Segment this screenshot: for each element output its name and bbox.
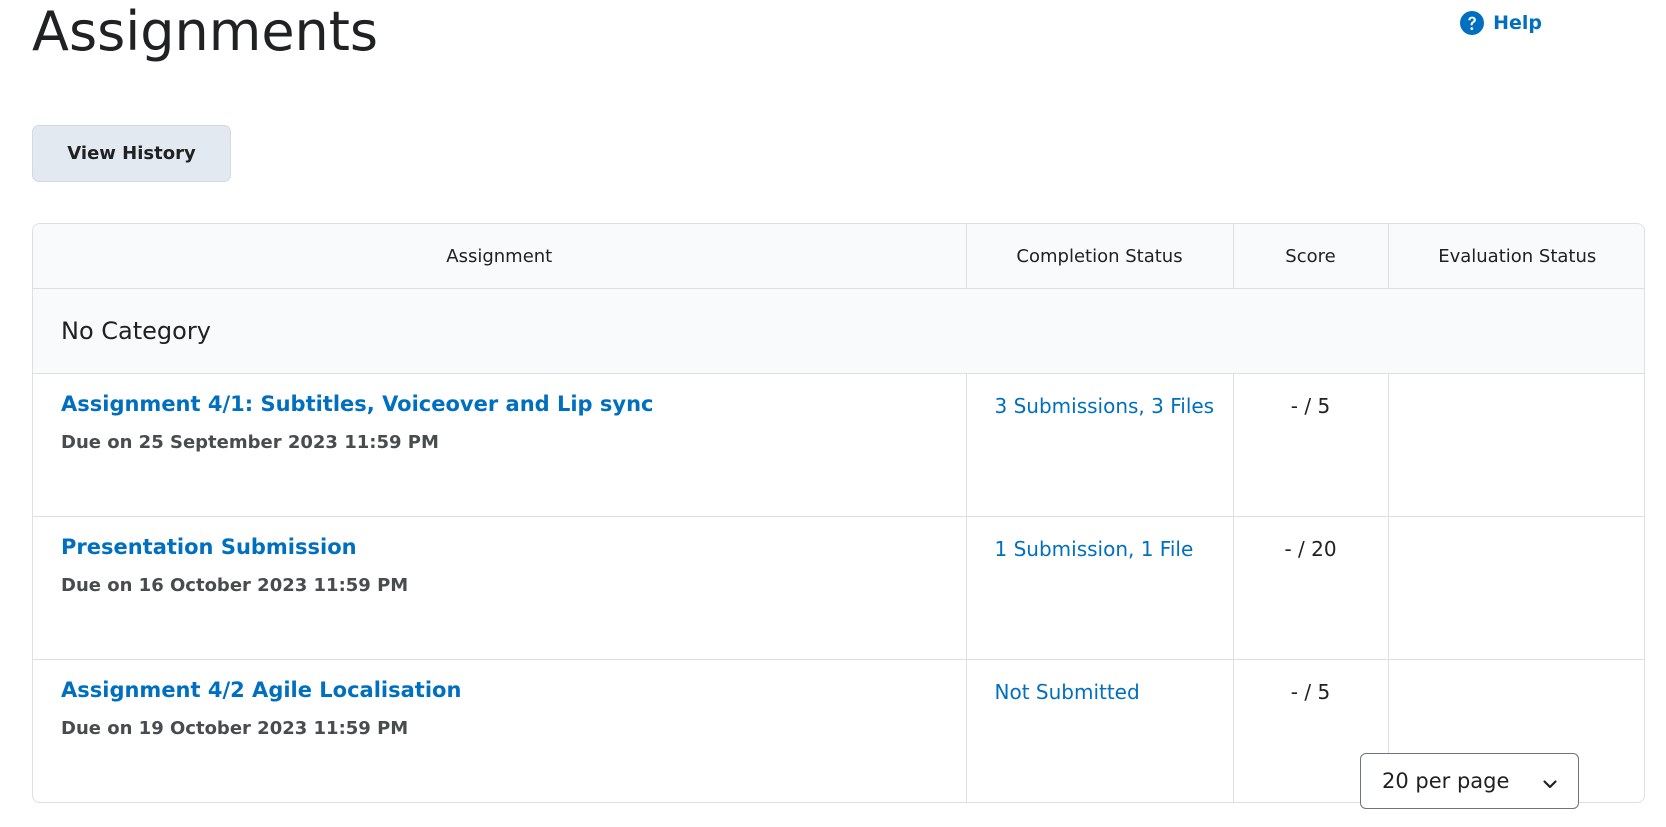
completion-status-cell: 3 Submissions, 3 Files: [966, 373, 1234, 517]
evaluation-status-cell: [1388, 373, 1644, 517]
assignment-cell: Assignment 4/2 Agile Localisation Due on…: [33, 659, 967, 802]
column-header-score: Score: [1233, 224, 1389, 289]
page-title: Assignments: [32, 0, 379, 63]
category-label: No Category: [33, 288, 1644, 374]
help-label: Help: [1493, 12, 1542, 34]
evaluation-status-cell: [1388, 516, 1644, 660]
completion-status-cell: Not Submitted: [966, 659, 1234, 802]
assignment-cell: Assignment 4/1: Subtitles, Voiceover and…: [33, 373, 967, 517]
assignment-link[interactable]: Presentation Submission: [61, 535, 357, 559]
score-cell: - / 5: [1233, 373, 1389, 517]
completion-status-link[interactable]: 3 Submissions, 3 Files: [995, 394, 1215, 418]
help-link[interactable]: Help: [1459, 10, 1542, 36]
column-header-assignment: Assignment: [33, 224, 967, 289]
column-header-evaluation-status: Evaluation Status: [1388, 224, 1644, 289]
table-row: Presentation Submission Due on 16 Octobe…: [33, 516, 1644, 660]
table-header-row: Assignment Completion Status Score Evalu…: [33, 224, 1644, 289]
assignment-link[interactable]: Assignment 4/1: Subtitles, Voiceover and…: [61, 392, 654, 416]
per-page-label: 20 per page: [1382, 769, 1510, 793]
due-date: Due on 19 October 2023 11:59 PM: [61, 718, 409, 739]
category-row: No Category: [33, 288, 1644, 374]
assignments-table: Assignment Completion Status Score Evalu…: [32, 223, 1645, 803]
score-cell: - / 20: [1233, 516, 1389, 660]
due-date: Due on 16 October 2023 11:59 PM: [61, 575, 409, 596]
per-page-select[interactable]: 20 per page: [1360, 753, 1579, 809]
completion-status-link[interactable]: Not Submitted: [995, 680, 1140, 704]
column-header-completion-status: Completion Status: [966, 224, 1234, 289]
assignment-cell: Presentation Submission Due on 16 Octobe…: [33, 516, 967, 660]
view-history-button[interactable]: View History: [32, 125, 231, 182]
completion-status-cell: 1 Submission, 1 File: [966, 516, 1234, 660]
question-circle-icon: [1459, 10, 1485, 36]
chevron-down-icon: [1542, 773, 1558, 789]
assignment-link[interactable]: Assignment 4/2 Agile Localisation: [61, 678, 461, 702]
completion-status-link[interactable]: 1 Submission, 1 File: [995, 537, 1194, 561]
table-row: Assignment 4/1: Subtitles, Voiceover and…: [33, 373, 1644, 517]
due-date: Due on 25 September 2023 11:59 PM: [61, 432, 439, 453]
